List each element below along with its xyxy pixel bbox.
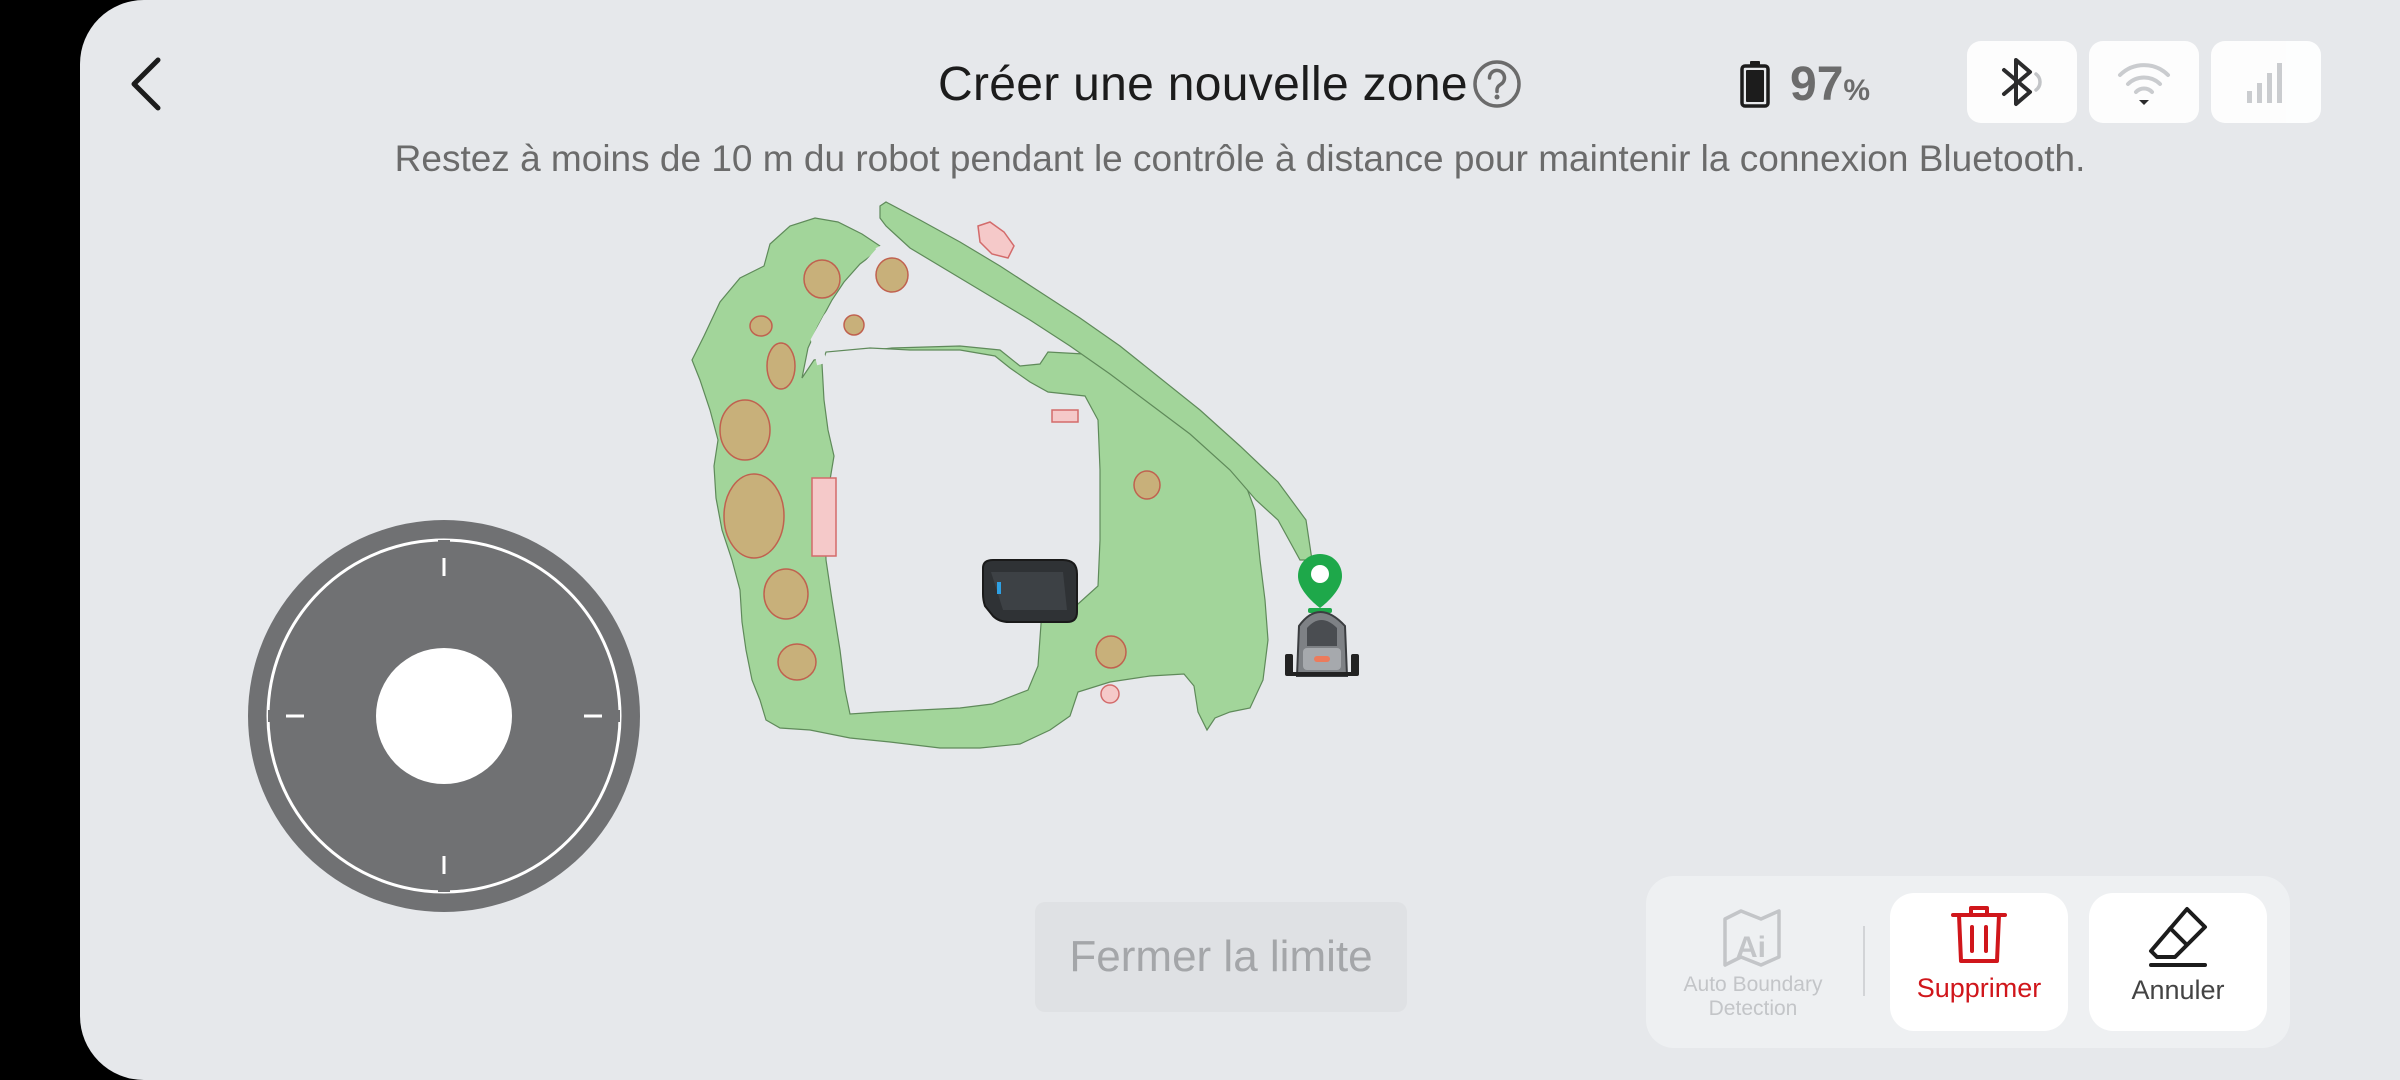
delete-label: Supprimer [1916, 973, 2042, 1003]
auto-boundary-label-line1: Auto Boundary [1683, 973, 1823, 996]
joystick-knob [376, 648, 512, 784]
obstacle [723, 473, 785, 559]
trash-icon [1951, 906, 2007, 963]
joystick[interactable] [246, 518, 642, 914]
obstacle [766, 342, 796, 390]
charging-station [982, 559, 1078, 623]
no-go-zone [977, 221, 1015, 259]
obstacle [1095, 635, 1127, 669]
robot-mower [1285, 611, 1359, 677]
no-go-zone [1051, 409, 1079, 423]
delete-button[interactable]: Supprimer [1890, 893, 2068, 1031]
obstacle [1133, 470, 1161, 500]
toolbar-divider [1863, 926, 1865, 996]
auto-boundary-detection-button[interactable]: Ai Auto Boundary Detection [1664, 893, 1842, 1031]
obstacle [719, 399, 771, 461]
boundary-toolbar: Ai Auto Boundary Detection Supprimer Ann… [1646, 876, 2290, 1048]
close-boundary-button[interactable]: Fermer la limite [1035, 902, 1407, 1012]
robot-position-pin [1298, 554, 1342, 613]
app-screen: Créer une nouvelle zone 97 % Restez à mo… [80, 0, 2400, 1080]
obstacle [763, 568, 809, 620]
svg-text:Ai: Ai [1736, 931, 1766, 964]
undo-button[interactable]: Annuler [2089, 893, 2267, 1031]
obstacle [875, 257, 909, 293]
obstacle [843, 314, 865, 336]
no-go-zone [1100, 684, 1120, 704]
no-go-zone [811, 477, 837, 557]
eraser-icon [2149, 907, 2207, 967]
obstacle [803, 259, 841, 299]
auto-boundary-label-line2: Detection [1708, 997, 1798, 1020]
undo-label: Annuler [2131, 975, 2225, 1005]
ai-map-icon: Ai [1723, 909, 1781, 967]
obstacle [749, 315, 773, 337]
obstacle [777, 643, 817, 681]
